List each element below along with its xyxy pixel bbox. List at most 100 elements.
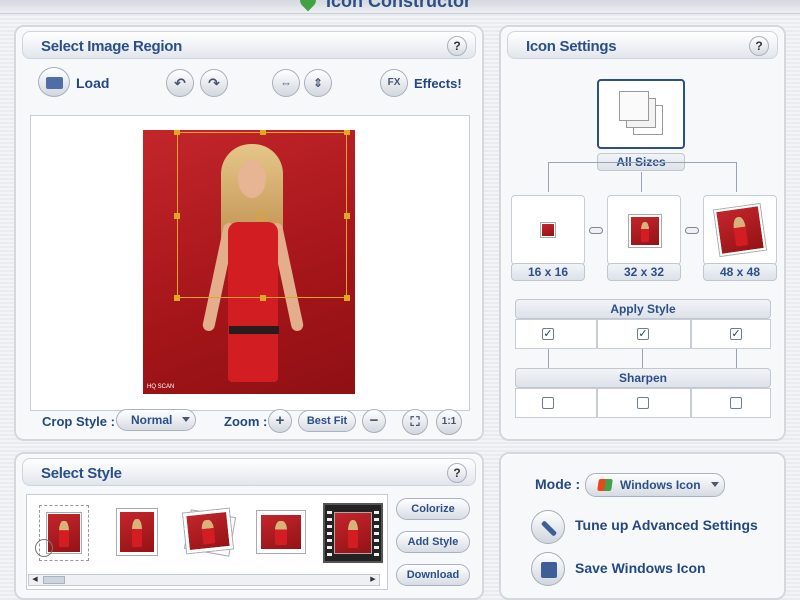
select-style-panel: Select Style ? ◀ ▶ Colorize Add Style Do	[14, 452, 484, 600]
zoom-label: Zoom :	[224, 414, 268, 429]
mode-panel: Mode : Windows Icon Tune up Advanced Set…	[499, 452, 786, 600]
icon-figure	[731, 215, 749, 247]
selection-handle[interactable]	[344, 130, 350, 135]
style-preview-image	[335, 513, 371, 553]
flip-vertical-button[interactable]: ⇕	[304, 69, 332, 97]
redo-button[interactable]: ↷	[200, 69, 228, 97]
tree-line	[642, 349, 643, 369]
scroll-thumb[interactable]	[43, 576, 65, 584]
stack-icon-layer	[619, 91, 649, 121]
zoom-in-button[interactable]: +	[268, 409, 292, 433]
mode-dropdown[interactable]: Windows Icon	[585, 473, 725, 497]
crop-style-dropdown[interactable]: Normal	[116, 409, 196, 431]
minus-icon: −	[369, 412, 379, 429]
undo-button[interactable]: ↶	[166, 69, 194, 97]
icon-figure	[59, 520, 69, 548]
scroll-left-icon[interactable]: ◀	[29, 575, 41, 585]
help-button[interactable]: ?	[447, 36, 467, 56]
panel-header: Icon Settings ?	[507, 31, 778, 59]
selection-handle[interactable]	[260, 130, 266, 135]
film-perforation	[327, 507, 332, 559]
sharpen-checkbox-32[interactable]	[637, 397, 649, 409]
size-caption: 32 x 32	[607, 263, 681, 281]
help-button[interactable]: ?	[749, 36, 769, 56]
fx-icon: FX	[387, 77, 401, 88]
effects-button[interactable]: FX	[380, 69, 408, 97]
help-button[interactable]: ?	[447, 463, 467, 483]
apply-style-cell	[515, 319, 597, 349]
icon-preview-48	[714, 204, 766, 256]
size-preview-48[interactable]	[703, 195, 777, 265]
selection-handle[interactable]	[174, 130, 180, 135]
apply-style-checkbox-48[interactable]: ✓	[730, 328, 742, 340]
mode-value: Windows Icon	[620, 478, 701, 492]
icon-figure	[131, 519, 143, 548]
icon-settings-panel: Icon Settings ? All Sizes 16 x 16 32 x 3…	[499, 25, 786, 441]
icon-preview-16	[541, 223, 555, 237]
style-preview-image	[183, 508, 233, 554]
mode-label: Mode :	[535, 476, 581, 492]
apply-style-checkbox-16[interactable]: ✓	[542, 328, 554, 340]
image-canvas[interactable]: HQ SCAN	[30, 115, 470, 411]
windows-logo-icon	[597, 479, 613, 491]
sharpen-checkbox-16[interactable]	[542, 397, 554, 409]
style-preview-image	[117, 509, 157, 555]
panel-title: Select Image Region	[41, 38, 183, 55]
crop-style-value: Normal	[131, 413, 173, 427]
wrench-icon	[540, 520, 558, 537]
sharpen-cell	[515, 388, 597, 418]
chevron-down-icon	[182, 417, 190, 422]
apply-style-header: Apply Style	[515, 299, 771, 319]
style-thumb-stamp[interactable]	[35, 503, 95, 563]
style-gallery-scrollbar[interactable]: ◀ ▶	[28, 574, 380, 586]
zoom-out-button[interactable]: −	[362, 409, 386, 433]
add-style-button[interactable]: Add Style	[396, 531, 470, 553]
source-photo: HQ SCAN	[143, 130, 355, 394]
save-icon-button[interactable]	[531, 552, 565, 586]
best-fit-button[interactable]: Best Fit	[298, 410, 356, 432]
save-icon-label[interactable]: Save Windows Icon	[575, 560, 706, 576]
style-thumb-stacked[interactable]	[179, 503, 239, 563]
panel-header: Select Image Region ?	[22, 31, 476, 59]
crop-style-label: Crop Style :	[42, 414, 115, 429]
selection-rectangle[interactable]	[174, 130, 350, 301]
link-icon	[685, 227, 699, 234]
tree-line	[548, 162, 549, 192]
fit-screen-button[interactable]: ⛶	[402, 409, 428, 435]
flip-vertical-icon: ⇕	[312, 76, 324, 90]
actual-size-button[interactable]: 1:1	[436, 409, 462, 435]
scroll-right-icon[interactable]: ▶	[367, 575, 379, 585]
tree-line	[736, 162, 737, 192]
panel-title: Select Style	[41, 465, 122, 482]
sharpen-checkbox-48[interactable]	[730, 397, 742, 409]
tune-settings-button[interactable]	[531, 510, 565, 544]
icon-figure	[347, 520, 359, 549]
size-preview-16[interactable]	[511, 195, 585, 265]
postmark-icon	[35, 539, 53, 557]
selection-handle[interactable]	[344, 295, 350, 301]
plus-icon: +	[275, 412, 285, 429]
style-thumb-polaroid[interactable]	[251, 503, 311, 563]
size-caption: 48 x 48	[703, 263, 777, 281]
style-thumb-filmstrip[interactable]	[323, 503, 383, 563]
selection-handle[interactable]	[344, 213, 350, 219]
tune-settings-label[interactable]: Tune up Advanced Settings	[575, 517, 758, 533]
style-thumb-plain[interactable]	[107, 503, 167, 563]
selection-handle[interactable]	[174, 295, 180, 301]
chevron-down-icon	[711, 482, 719, 487]
selection-handle[interactable]	[174, 213, 180, 219]
photo-watermark: HQ SCAN	[147, 384, 175, 390]
load-button[interactable]	[38, 67, 70, 97]
all-sizes-preview[interactable]	[597, 79, 685, 149]
colorize-button[interactable]: Colorize	[396, 498, 470, 520]
size-preview-32[interactable]	[607, 195, 681, 265]
selection-handle[interactable]	[260, 295, 266, 301]
flip-horizontal-icon: ⇔	[280, 76, 292, 90]
download-button[interactable]: Download	[396, 564, 470, 586]
apply-style-checkbox-32[interactable]: ✓	[637, 328, 649, 340]
effects-label[interactable]: Effects!	[414, 76, 462, 91]
load-label[interactable]: Load	[76, 75, 109, 91]
photo-belt	[229, 326, 279, 334]
flip-horizontal-button[interactable]: ⇔	[272, 69, 300, 97]
link-icon	[589, 227, 603, 234]
